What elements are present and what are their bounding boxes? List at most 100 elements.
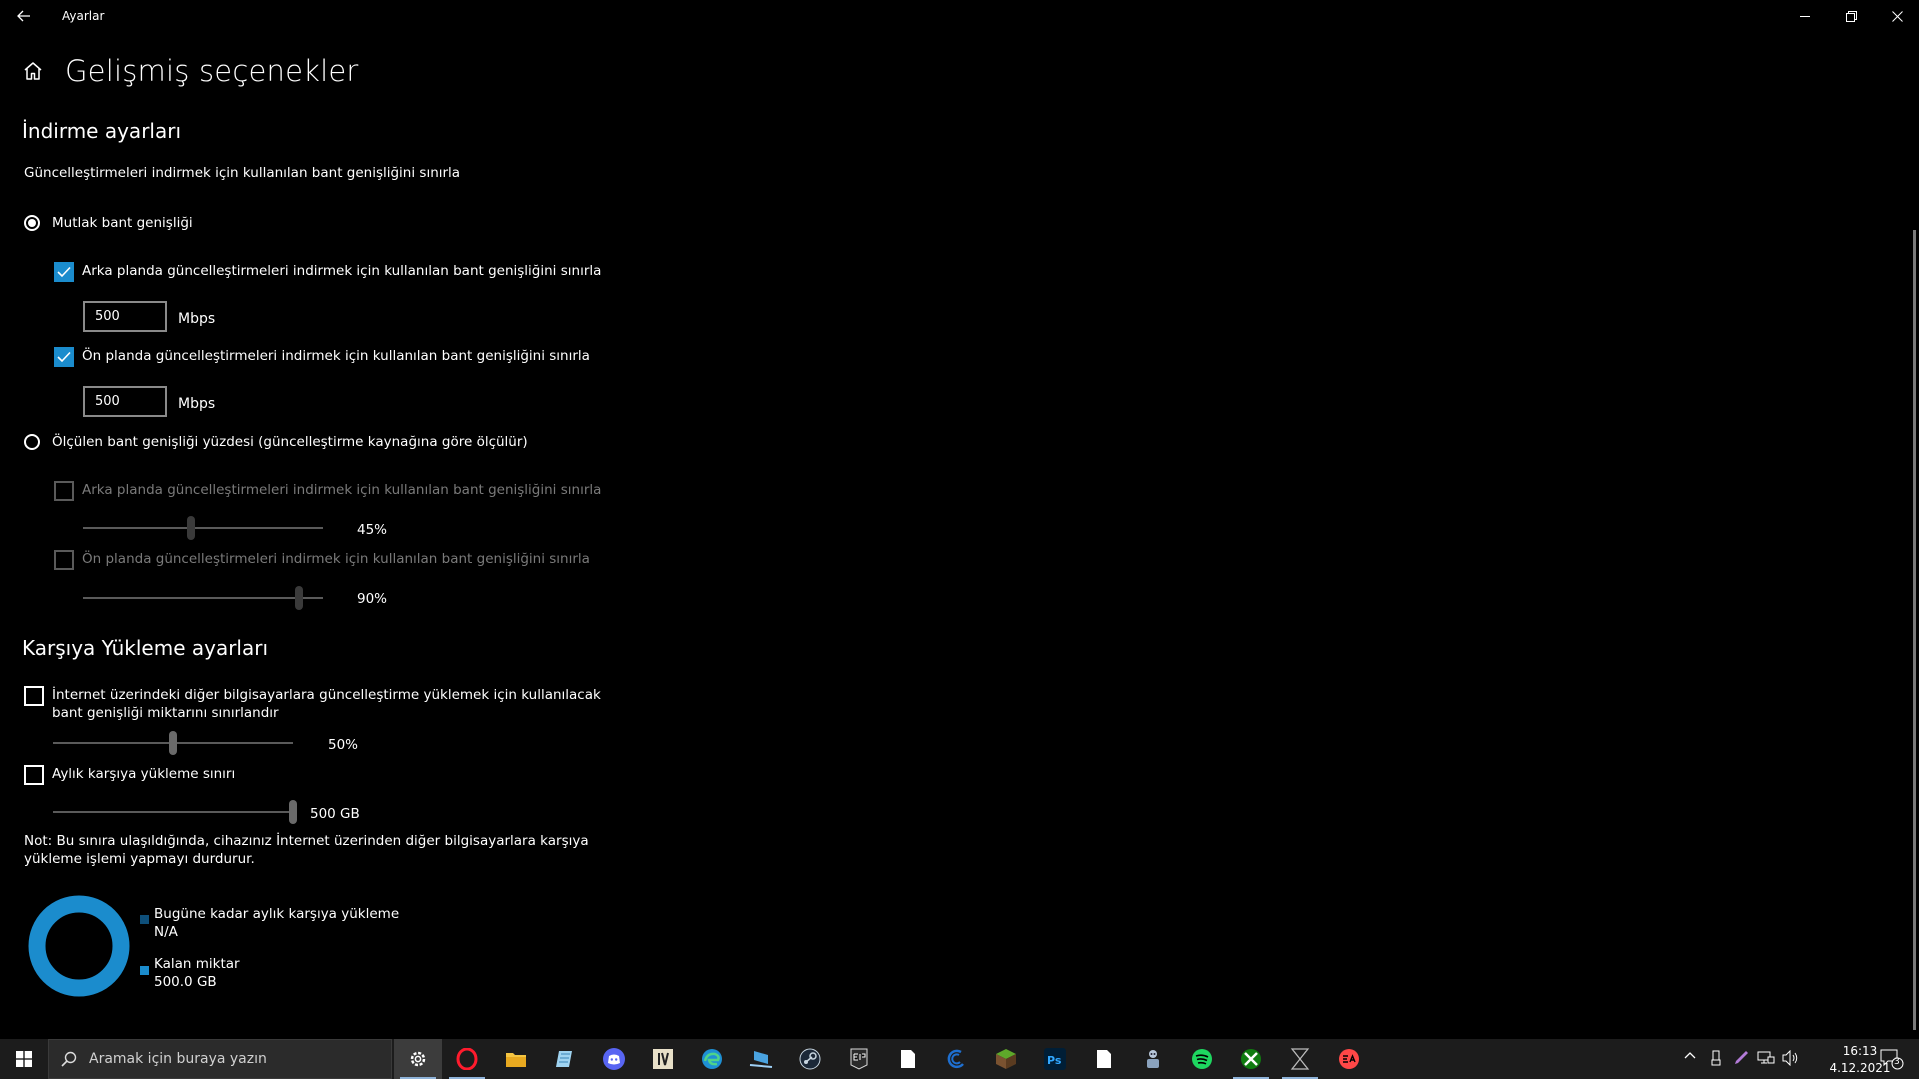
scrollbar[interactable] xyxy=(1913,230,1916,1030)
ea-icon xyxy=(1339,1049,1359,1069)
notebook-icon xyxy=(556,1051,572,1067)
upload-limit-value: 50% xyxy=(328,737,359,753)
search-placeholder: Aramak için buraya yazın xyxy=(89,1051,267,1067)
legend-used-value: N/A xyxy=(154,924,178,940)
minecraft-icon xyxy=(996,1049,1016,1069)
legend-remaining-swatch xyxy=(140,966,149,975)
upload-limit-slider-thumb[interactable] xyxy=(169,731,177,755)
action-center-button[interactable]: 3 xyxy=(1880,1048,1904,1074)
background-mbps-input[interactable] xyxy=(83,301,167,332)
home-icon[interactable] xyxy=(22,60,46,84)
laptop-icon xyxy=(749,1051,773,1068)
monthly-limit-label: Aylık karşıya yükleme sınırı xyxy=(52,766,236,782)
taskbar-spotify[interactable] xyxy=(1178,1039,1226,1079)
document-icon xyxy=(901,1050,915,1068)
taskbar-xbox[interactable] xyxy=(1227,1039,1275,1079)
foreground-unit: Mbps xyxy=(178,396,216,412)
tray-volume-icon[interactable] xyxy=(1782,1049,1800,1070)
hourglass-icon xyxy=(1290,1048,1310,1070)
minimize-button[interactable] xyxy=(1782,0,1828,32)
legend-used-label: Bugüne kadar aylık karşıya yükleme xyxy=(154,906,400,922)
pct-background-value: 45% xyxy=(357,522,388,538)
taskbar-epic-games[interactable] xyxy=(835,1039,883,1079)
radio-dot xyxy=(28,219,36,227)
taskbar-edge[interactable] xyxy=(688,1039,736,1079)
upload-limit-label-line1: İnternet üzerindeki diğer bilgisayarlara… xyxy=(52,687,601,703)
page-title: Gelişmiş seçenekler xyxy=(65,54,359,88)
background-unit: Mbps xyxy=(178,311,216,327)
tray-pen-icon[interactable] xyxy=(1733,1050,1749,1070)
taskbar-discord[interactable] xyxy=(590,1039,638,1079)
monthly-limit-slider-thumb[interactable] xyxy=(289,800,297,824)
restore-button[interactable] xyxy=(1828,0,1874,32)
notification-icon xyxy=(1880,1049,1904,1070)
foreground-limit-checkbox[interactable] xyxy=(54,347,74,367)
taskbar-photoshop[interactable]: Ps xyxy=(1031,1039,1079,1079)
search-icon xyxy=(61,1051,77,1067)
close-button[interactable] xyxy=(1874,0,1919,32)
pct-foreground-slider-thumb[interactable] xyxy=(295,586,303,610)
download-section-title: İndirme ayarları xyxy=(22,119,182,143)
folder-icon xyxy=(506,1053,526,1067)
legend-remaining-label: Kalan miktar xyxy=(154,956,240,972)
taskbar-gta4[interactable] xyxy=(639,1039,687,1079)
monthly-limit-slider-track[interactable] xyxy=(53,811,293,813)
taskbar-app-document-2[interactable] xyxy=(1080,1039,1128,1079)
pct-foreground-slider-track[interactable] xyxy=(83,597,323,599)
checkmark-icon xyxy=(57,266,71,278)
taskbar-file-explorer[interactable] xyxy=(492,1039,540,1079)
foreground-limit-label: Ön planda güncelleştirmeleri indirmek iç… xyxy=(82,348,590,364)
taskbar-steam[interactable] xyxy=(786,1039,834,1079)
back-button[interactable] xyxy=(10,4,38,28)
tray-usb-icon[interactable] xyxy=(1710,1050,1722,1070)
restore-icon xyxy=(1845,10,1857,22)
absolute-bandwidth-radio[interactable] xyxy=(24,215,40,231)
back-arrow-icon xyxy=(17,7,31,26)
taskbar-minecraft[interactable] xyxy=(982,1039,1030,1079)
taskbar-app-laptop[interactable] xyxy=(737,1039,785,1079)
tray-overflow-chevron-icon[interactable] xyxy=(1684,1050,1696,1066)
pct-foreground-checkbox[interactable] xyxy=(54,550,74,570)
pct-background-slider-thumb[interactable] xyxy=(187,516,195,540)
spiral-icon xyxy=(947,1049,964,1069)
pct-background-checkbox[interactable] xyxy=(54,481,74,501)
discord-icon xyxy=(603,1048,625,1070)
title-bar: Ayarlar xyxy=(0,0,1919,32)
start-button[interactable] xyxy=(0,1039,48,1079)
upload-limit-label-line2: bant genişliği miktarını sınırlandır xyxy=(52,705,279,721)
foreground-mbps-input[interactable] xyxy=(83,386,167,417)
spotify-icon xyxy=(1192,1049,1212,1069)
gear-icon xyxy=(410,1051,426,1067)
note-line2: yükleme işlemi yapmayı durdurur. xyxy=(24,851,255,867)
taskbar-search-box[interactable]: Aramak için buraya yazın xyxy=(48,1039,392,1079)
robot-icon xyxy=(1147,1050,1159,1068)
taskbar-app-document[interactable] xyxy=(884,1039,932,1079)
taskbar: Aramak için buraya yazın Ps 16:13 4.12.2… xyxy=(0,1039,1919,1079)
document-icon xyxy=(1097,1050,1111,1068)
taskbar-settings[interactable] xyxy=(394,1039,442,1079)
donut-remaining-arc xyxy=(28,895,130,997)
monthly-limit-checkbox[interactable] xyxy=(24,765,44,785)
pct-foreground-label: Ön planda güncelleştirmeleri indirmek iç… xyxy=(82,551,590,567)
taskbar-app-notes[interactable] xyxy=(541,1039,589,1079)
upload-section-title: Karşıya Yükleme ayarları xyxy=(22,636,269,660)
pct-background-slider-track[interactable] xyxy=(83,527,323,529)
upload-limit-checkbox[interactable] xyxy=(24,686,44,706)
taskbar-app-hourglass[interactable] xyxy=(1276,1039,1324,1079)
taskbar-app-robot[interactable] xyxy=(1129,1039,1177,1079)
background-limit-label: Arka planda güncelleştirmeleri indirmek … xyxy=(82,263,602,279)
pct-background-label: Arka planda güncelleştirmeleri indirmek … xyxy=(82,482,602,498)
legend-remaining-value: 500.0 GB xyxy=(154,974,217,990)
checkmark-icon xyxy=(57,351,71,363)
background-limit-checkbox[interactable] xyxy=(54,262,74,282)
svg-text:Ps: Ps xyxy=(1047,1054,1062,1067)
app-title: Ayarlar xyxy=(62,9,105,23)
percentage-bandwidth-label: Ölçülen bant genişliği yüzdesi (güncelle… xyxy=(52,434,528,450)
taskbar-opera[interactable] xyxy=(443,1039,491,1079)
taskbar-app-spiral[interactable] xyxy=(933,1039,981,1079)
tray-network-icon[interactable] xyxy=(1757,1050,1775,1070)
percentage-bandwidth-radio[interactable] xyxy=(24,434,40,450)
windows-logo-icon xyxy=(16,1051,32,1067)
taskbar-ea[interactable] xyxy=(1325,1039,1373,1079)
download-description: Güncelleştirmeleri indirmek için kullanı… xyxy=(24,165,461,181)
